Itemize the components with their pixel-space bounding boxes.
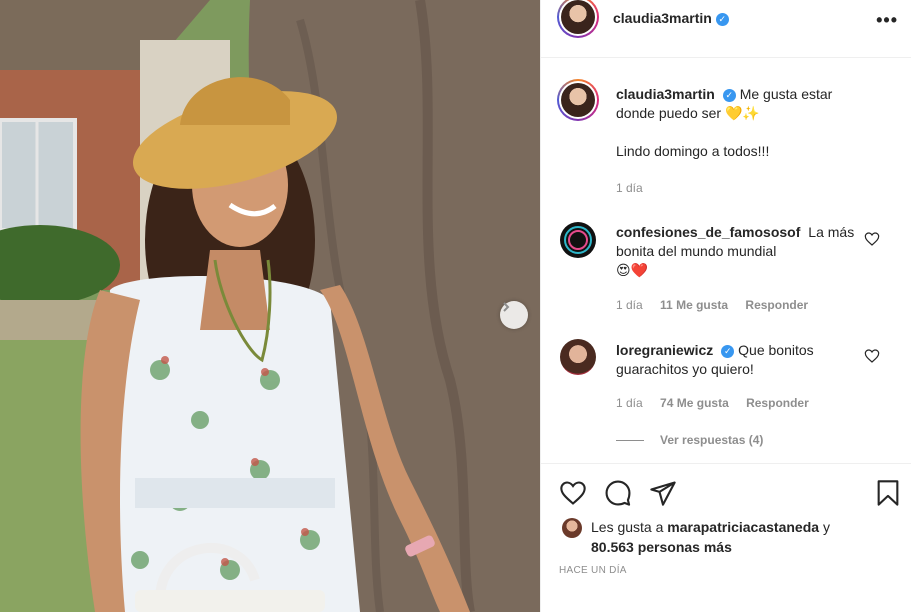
- comment-avatar[interactable]: [560, 339, 596, 375]
- post-timestamp[interactable]: Hace un día: [559, 565, 627, 576]
- verified-badge-icon: ✓: [721, 345, 735, 358]
- comment-like-heart-icon[interactable]: [864, 348, 880, 364]
- post-header: claudia3martin ✓ •••: [541, 0, 911, 58]
- post-side-panel: claudia3martin ✓ ••• claudia3martin ✓ Me g…: [540, 0, 911, 612]
- comment-meta: 1 día 11 Me gusta Responder: [616, 298, 808, 312]
- post-photo[interactable]: [0, 0, 540, 612]
- chevron-right-icon: [503, 302, 510, 312]
- reply-button[interactable]: Responder: [745, 298, 808, 312]
- caption-line2: donde puedo ser: [616, 105, 722, 121]
- reply-button[interactable]: Responder: [746, 396, 809, 410]
- likes-count[interactable]: 80.563 personas más: [591, 539, 732, 555]
- comments-section: claudia3martin ✓ Me gusta estar donde pue…: [541, 59, 911, 463]
- caption-text: claudia3martin ✓ Me gusta estar donde pue…: [616, 85, 866, 161]
- author-avatar[interactable]: [557, 0, 599, 38]
- caption-line1: Me gusta estar: [739, 86, 833, 102]
- comment-time[interactable]: 1 día: [616, 396, 643, 410]
- verified-badge-icon: ✓: [722, 89, 736, 102]
- caption-line3: Lindo domingo a todos!!!: [616, 143, 770, 159]
- comment-emojis: 😍❤️: [616, 262, 649, 278]
- replies-divider: [616, 440, 644, 442]
- comment-avatar[interactable]: [560, 222, 596, 258]
- comment-text: confesiones_de_famososof La más bonita d…: [616, 224, 855, 278]
- comment-icon[interactable]: [604, 479, 632, 507]
- comment-text: loregraniewicz ✓ Que bonitos guarachitos …: [616, 342, 814, 377]
- author-username[interactable]: claudia3martin: [613, 10, 712, 26]
- comment-meta: 1 día 74 Me gusta Responder: [616, 396, 809, 410]
- bookmark-icon[interactable]: [874, 479, 902, 507]
- comment-like-heart-icon[interactable]: [864, 231, 880, 247]
- comment-likes[interactable]: 74 Me gusta: [660, 396, 729, 410]
- paper-plane-icon[interactable]: [649, 479, 677, 507]
- post-image: [0, 0, 540, 612]
- caption-emojis: 💛✨: [724, 105, 760, 121]
- comment-likes[interactable]: 11 Me gusta: [660, 298, 728, 312]
- next-photo-button[interactable]: [500, 301, 528, 329]
- likes-summary: Les gusta a marapatriciacastaneda y 80.5…: [591, 519, 830, 555]
- comment-time[interactable]: 1 día: [616, 298, 643, 312]
- action-bar: Les gusta a marapatriciacastaneda y 80.5…: [541, 463, 911, 612]
- comment-username[interactable]: loregraniewicz: [616, 342, 713, 358]
- liker-username[interactable]: marapatriciacastaneda: [667, 519, 819, 535]
- view-replies-button[interactable]: Ver respuestas (4): [616, 433, 763, 447]
- verified-badge-icon: ✓: [715, 13, 729, 26]
- ellipsis-icon[interactable]: •••: [876, 10, 898, 31]
- caption-avatar[interactable]: [557, 79, 599, 121]
- heart-icon[interactable]: [559, 479, 587, 507]
- liker-avatar[interactable]: [562, 518, 582, 538]
- caption-username[interactable]: claudia3martin: [616, 86, 715, 102]
- comment-username[interactable]: confesiones_de_famososof: [616, 224, 800, 240]
- caption-time[interactable]: 1 día: [616, 181, 643, 195]
- author-username-block[interactable]: claudia3martin ✓: [613, 10, 729, 28]
